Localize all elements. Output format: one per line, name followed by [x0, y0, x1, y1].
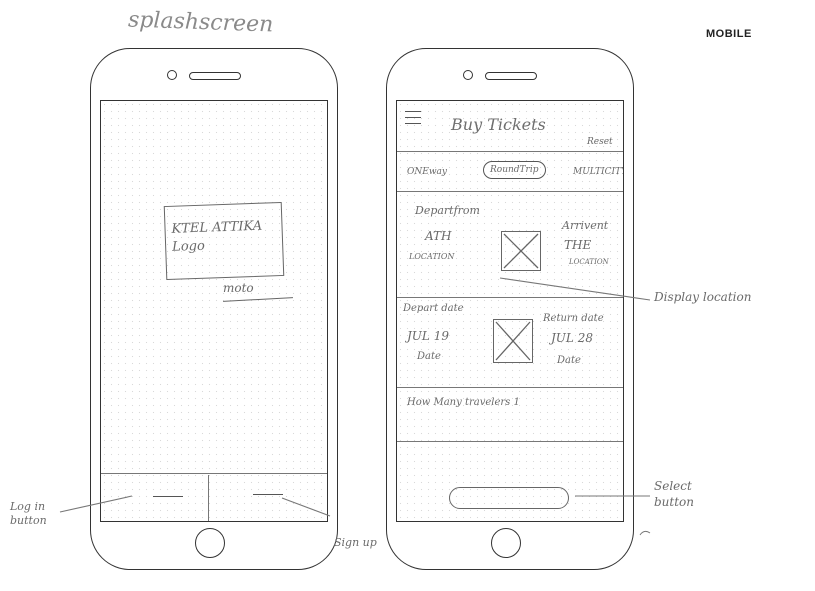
- depart-date-value[interactable]: JUL 19: [407, 329, 449, 343]
- booking-screen: Buy Tickets Reset ONEway RoundTrip MULTI…: [396, 100, 624, 522]
- camera-icon: [463, 70, 473, 80]
- return-date-value[interactable]: JUL 28: [551, 331, 593, 345]
- splash-screen-title: splashscreen: [127, 7, 274, 38]
- button-divider: [208, 475, 209, 521]
- select-button[interactable]: [449, 487, 569, 509]
- location-divider: [397, 297, 623, 298]
- depart-from-location: LOCATION: [409, 252, 455, 261]
- speaker-icon: [485, 72, 537, 80]
- login-annotation: Log in button: [10, 500, 47, 527]
- moto-text: moto: [223, 281, 254, 295]
- home-button[interactable]: [491, 528, 521, 558]
- return-date-label: Return date: [543, 313, 604, 324]
- login-button[interactable]: [153, 496, 183, 497]
- depart-date-hint: Date: [417, 351, 441, 362]
- tab-multicity[interactable]: MULTICITY: [573, 167, 623, 177]
- travelers-selector[interactable]: How Many travelers 1: [407, 397, 520, 408]
- hamburger-menu-icon[interactable]: [405, 111, 421, 125]
- signup-button[interactable]: [253, 494, 283, 495]
- travelers-divider: [397, 441, 623, 442]
- header-divider: [397, 151, 623, 152]
- splash-screen: KTEL ATTIKA Logo moto: [100, 100, 328, 522]
- phone-booking: Buy Tickets Reset ONEway RoundTrip MULTI…: [386, 48, 634, 570]
- dates-divider: [397, 387, 623, 388]
- arrive-code[interactable]: THE: [564, 238, 591, 252]
- arrive-label: Arrivent: [562, 219, 609, 232]
- select-button-annotation: Select button: [654, 479, 695, 509]
- signup-annotation: Sign up: [334, 536, 377, 549]
- logo-text: KTEL ATTIKA Logo: [171, 218, 263, 255]
- speaker-icon: [189, 72, 241, 80]
- tabs-divider: [397, 191, 623, 192]
- return-date-hint: Date: [557, 355, 581, 366]
- calendar-image-placeholder[interactable]: [493, 319, 533, 363]
- display-location-annotation: Display location: [654, 290, 752, 304]
- arrive-location: LOCATION: [569, 258, 609, 266]
- home-button[interactable]: [195, 528, 225, 558]
- logo-placeholder: KTEL ATTIKA Logo: [163, 201, 285, 281]
- depart-date-label: Depart date: [403, 303, 464, 314]
- camera-icon: [167, 70, 177, 80]
- tab-oneway[interactable]: ONEway: [407, 167, 447, 177]
- moto-underline: [223, 297, 293, 302]
- phone-splash: KTEL ATTIKA Logo moto: [90, 48, 338, 570]
- depart-from-code[interactable]: ATH: [425, 229, 451, 243]
- platform-label: MOBILE: [706, 28, 752, 40]
- page-title: Buy Tickets: [451, 115, 546, 134]
- reset-button[interactable]: Reset: [587, 137, 613, 147]
- bottom-bar-divider: [101, 473, 327, 474]
- depart-from-label: Departfrom: [415, 204, 480, 217]
- swap-locations-image-placeholder[interactable]: [501, 231, 541, 271]
- tab-roundtrip[interactable]: RoundTrip: [483, 161, 546, 179]
